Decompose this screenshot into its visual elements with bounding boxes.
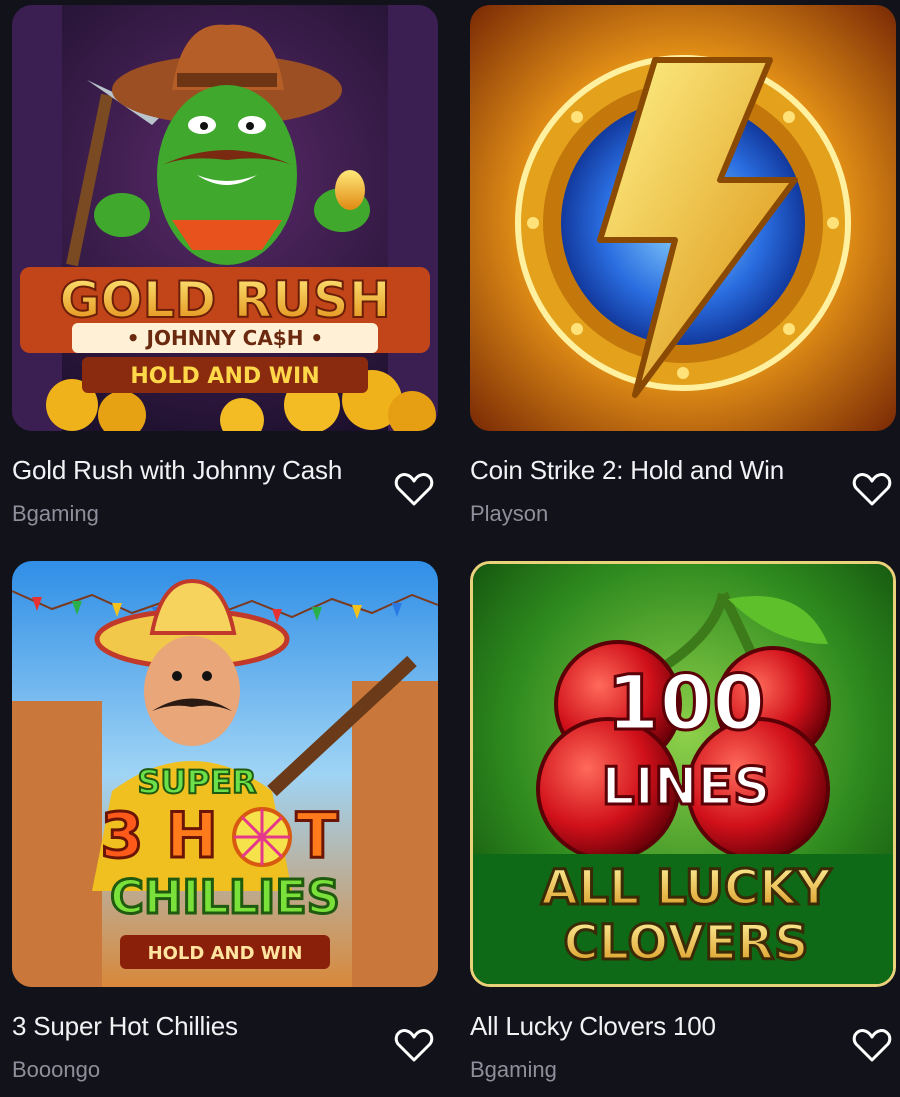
art-lines: LINES bbox=[602, 757, 771, 817]
art-chillies: CHILLIES bbox=[110, 870, 340, 924]
art-all-lucky: ALL LUCKY bbox=[541, 860, 832, 916]
game-card[interactable]: Coin Strike 2: Hold and Win Playson bbox=[470, 5, 896, 535]
game-thumbnail[interactable] bbox=[470, 5, 896, 431]
game-art-lucky-clovers: 100 LINES ALL LUCKY CLOVERS bbox=[473, 564, 893, 984]
favorite-heart-icon[interactable] bbox=[392, 467, 436, 511]
favorite-heart-icon[interactable] bbox=[392, 1023, 436, 1067]
art-letter-t: T bbox=[296, 799, 338, 872]
game-title[interactable]: Gold Rush with Johnny Cash bbox=[12, 453, 392, 487]
game-card[interactable]: 100 LINES ALL LUCKY CLOVERS All Lucky Cl… bbox=[470, 561, 896, 1091]
art-clovers: CLOVERS bbox=[563, 915, 808, 971]
favorite-heart-icon[interactable] bbox=[850, 1023, 894, 1067]
game-art-gold-rush: GOLD RUSH • JOHNNY CA$H • HOLD AND WIN bbox=[12, 5, 438, 431]
art-100: 100 bbox=[607, 658, 766, 747]
game-card[interactable]: GOLD RUSH • JOHNNY CA$H • HOLD AND WIN G… bbox=[12, 5, 438, 535]
art-subtitle-johnny-cash: • JOHNNY CA$H • bbox=[127, 326, 323, 350]
game-provider: Booongo bbox=[12, 1057, 101, 1082]
game-title[interactable]: Coin Strike 2: Hold and Win bbox=[470, 453, 850, 487]
art-super: SUPER bbox=[138, 763, 257, 801]
game-art-hot-chillies: SUPER 3 H T CHILLIES HOLD AND WIN bbox=[12, 561, 438, 987]
favorite-heart-icon[interactable] bbox=[850, 467, 894, 511]
game-provider: Playson bbox=[470, 501, 549, 526]
game-provider: Bgaming bbox=[470, 1057, 557, 1082]
game-title[interactable]: 3 Super Hot Chillies bbox=[12, 1009, 392, 1043]
art-hold-and-win: HOLD AND WIN bbox=[130, 364, 319, 389]
game-thumbnail[interactable]: SUPER 3 H T CHILLIES HOLD AND WIN bbox=[12, 561, 438, 987]
game-card[interactable]: SUPER 3 H T CHILLIES HOLD AND WIN 3 Supe… bbox=[12, 561, 438, 1091]
game-art-coin-strike bbox=[470, 5, 896, 431]
game-thumbnail[interactable]: 100 LINES ALL LUCKY CLOVERS bbox=[470, 561, 896, 987]
game-title[interactable]: All Lucky Clovers 100 bbox=[470, 1009, 850, 1043]
game-grid: GOLD RUSH • JOHNNY CA$H • HOLD AND WIN G… bbox=[0, 0, 900, 1097]
art-letter-h: H bbox=[166, 799, 218, 872]
game-thumbnail[interactable]: GOLD RUSH • JOHNNY CA$H • HOLD AND WIN bbox=[12, 5, 438, 431]
game-provider: Bgaming bbox=[12, 501, 99, 526]
art-three: 3 bbox=[100, 799, 143, 872]
art-title-gold-rush: GOLD RUSH bbox=[59, 271, 390, 329]
art-hold-and-win: HOLD AND WIN bbox=[148, 943, 303, 964]
